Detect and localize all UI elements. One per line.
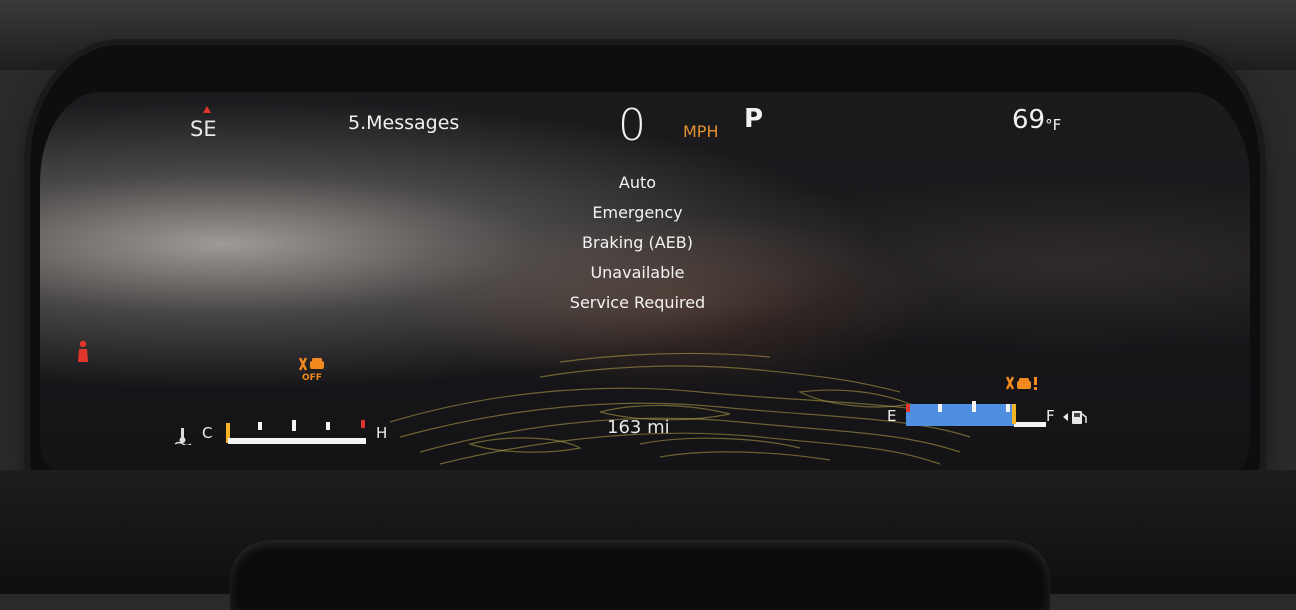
dashboard-vent-lip <box>230 540 1050 610</box>
gear-indicator: P <box>744 104 764 134</box>
fuel-needle <box>1012 404 1016 424</box>
temp-value: 69 <box>1012 105 1046 135</box>
coolant-low-label: C <box>202 424 213 442</box>
temp-unit: °F <box>1045 116 1062 134</box>
gauge-tick <box>292 420 296 431</box>
gauge-tick-red <box>361 420 365 428</box>
compass-heading: SE <box>190 117 217 141</box>
fuel-empty-label: E <box>887 407 897 425</box>
collision-warning-icon <box>1005 376 1037 390</box>
outside-temperature: 69°F <box>1012 105 1061 135</box>
coolant-gauge-track <box>228 438 366 444</box>
coolant-high-label: H <box>376 424 388 442</box>
range-readout: 163 mi <box>607 417 670 438</box>
gauge-tick <box>938 404 942 412</box>
gauge-tick <box>258 422 262 430</box>
menu-page-title: 5.Messages <box>348 112 460 134</box>
gauge-tick <box>1006 404 1010 412</box>
coolant-temp-icon <box>174 428 192 445</box>
warning-message: Auto Emergency Braking (AEB) Unavailable… <box>560 168 715 318</box>
gauge-tick <box>326 422 330 430</box>
seatbelt-icon <box>78 340 88 362</box>
fuel-pump-icon <box>1063 411 1087 424</box>
message-line: Auto <box>618 173 657 192</box>
message-line: Emergency <box>592 203 683 222</box>
gauge-tick-red <box>906 404 910 412</box>
fuel-level-fill <box>906 404 1014 426</box>
fcw-off-label: OFF <box>302 373 322 383</box>
message-line: Unavailable <box>590 263 685 282</box>
speed-value: 0 <box>618 100 646 151</box>
fuel-full-label: F <box>1046 407 1055 425</box>
compass-marker-icon <box>203 106 211 113</box>
gauge-tick <box>972 401 976 412</box>
message-line: Braking (AEB) <box>582 233 693 252</box>
message-line: Service Required <box>569 293 706 312</box>
speed-unit: MPH <box>683 122 719 141</box>
fuel-gauge-track <box>1014 422 1046 427</box>
fuel-gauge <box>906 404 1046 430</box>
forward-collision-off-icon <box>298 357 324 371</box>
